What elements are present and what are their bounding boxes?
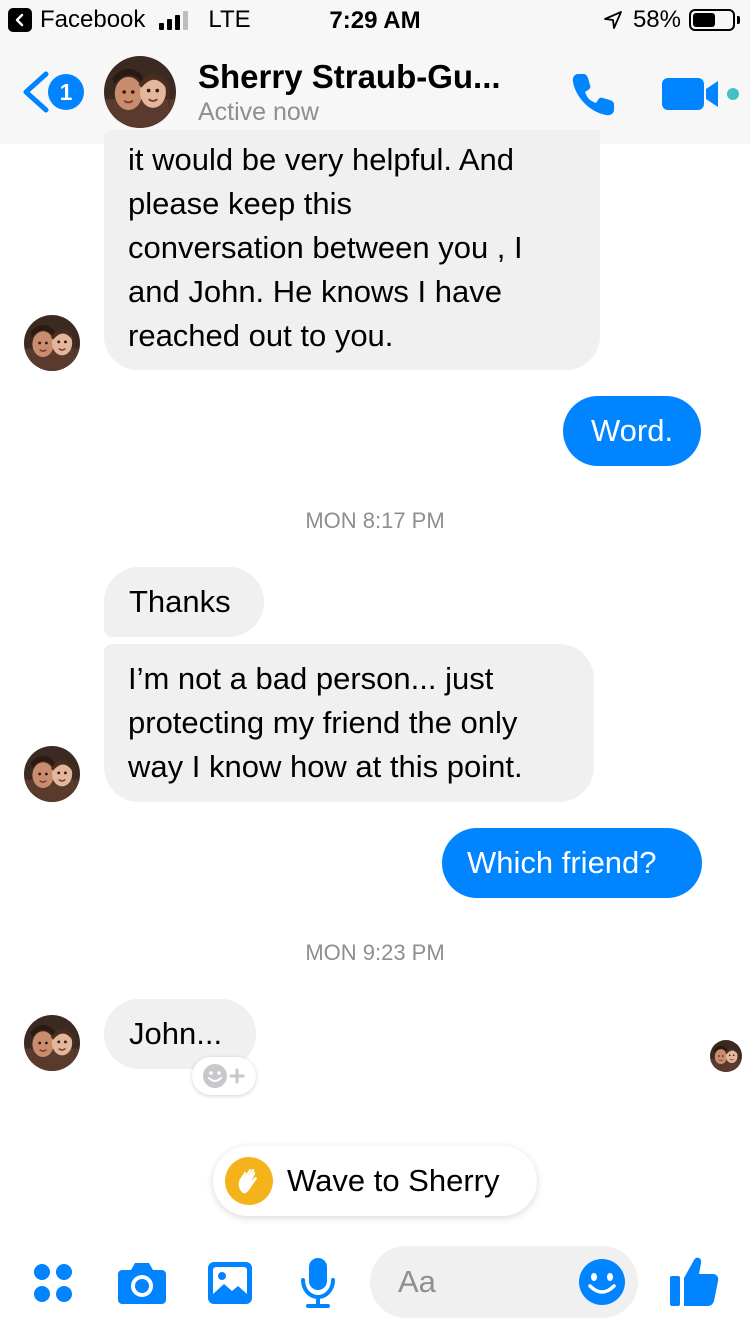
- back-chevron-icon[interactable]: [18, 70, 52, 114]
- microphone-icon[interactable]: [300, 1256, 336, 1310]
- battery-fill: [693, 13, 716, 27]
- emoji-icon[interactable]: [578, 1258, 626, 1306]
- message-line: protecting my friend the only: [128, 705, 518, 740]
- contact-avatar-small[interactable]: [24, 1015, 80, 1071]
- timestamp: MON 9:23 PM: [305, 940, 445, 965]
- add-reaction-button[interactable]: [192, 1057, 256, 1095]
- read-receipt-avatar: [710, 1040, 742, 1072]
- message-line: it would be very helpful. And: [128, 142, 515, 177]
- contact-avatar-small[interactable]: [24, 746, 80, 802]
- message-bubble-incoming[interactable]: it would be very helpful. And please kee…: [104, 130, 600, 370]
- waving-hand-icon: [225, 1157, 273, 1205]
- camera-icon[interactable]: [116, 1258, 168, 1306]
- message-line: reached out to you.: [128, 318, 394, 353]
- conversation-header: 1 Sherry Straub-Gu... Active now: [0, 40, 750, 144]
- battery-icon: [689, 9, 735, 31]
- unread-count-badge[interactable]: 1: [48, 74, 84, 110]
- thumbs-up-icon[interactable]: [668, 1254, 720, 1308]
- message-bubble-outgoing[interactable]: Word.: [563, 396, 701, 466]
- phone-icon[interactable]: [568, 68, 620, 120]
- wave-button[interactable]: Wave to Sherry: [213, 1146, 537, 1216]
- status-right: 58%: [603, 6, 740, 34]
- location-arrow-icon: [604, 11, 622, 29]
- video-camera-icon[interactable]: [660, 72, 744, 116]
- active-status: Active now: [198, 98, 319, 126]
- photo-gallery-icon[interactable]: [206, 1260, 254, 1306]
- message-composer: [0, 1230, 750, 1334]
- contact-avatar[interactable]: [104, 56, 176, 128]
- message-bubble-incoming[interactable]: Thanks: [104, 567, 264, 637]
- message-bubble-incoming[interactable]: I’m not a bad person... just protecting …: [104, 644, 594, 802]
- timestamp: MON 8:17 PM: [305, 508, 445, 533]
- message-bubble-outgoing[interactable]: Which friend?: [442, 828, 702, 898]
- battery-tip: [737, 16, 740, 24]
- battery-percent: 58%: [632, 6, 681, 33]
- apps-grid-icon[interactable]: [32, 1262, 76, 1306]
- active-indicator-dot: [727, 88, 739, 100]
- contact-avatar-small[interactable]: [24, 315, 80, 371]
- message-line: I’m not a bad person... just: [128, 661, 494, 696]
- message-line: please keep this: [128, 186, 353, 221]
- message-line: way I know how at this point.: [128, 749, 523, 784]
- add-reaction-icon: [203, 1064, 245, 1088]
- contact-name[interactable]: Sherry Straub-Gu...: [198, 58, 501, 96]
- wave-button-label: Wave to Sherry: [287, 1163, 500, 1198]
- message-line: conversation between you , I: [128, 230, 523, 265]
- status-bar: Facebook LTE 7:29 AM 58%: [0, 0, 750, 40]
- message-line: and John. He knows I have: [128, 274, 502, 309]
